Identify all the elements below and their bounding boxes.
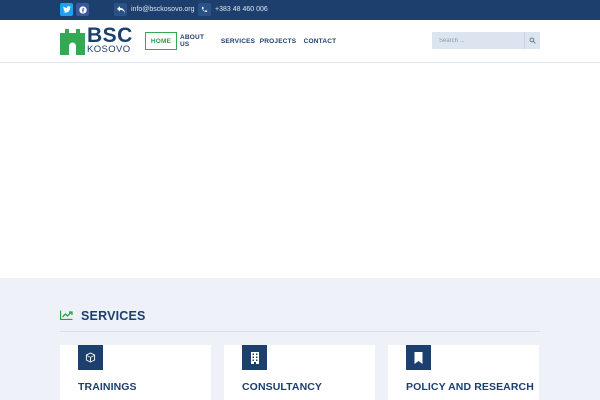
nav-projects[interactable]: PROJECTS (260, 32, 296, 50)
logo-mark-icon (60, 29, 85, 55)
logo-subtitle: KOSOVO (87, 44, 131, 55)
facebook-icon[interactable] (76, 3, 89, 16)
nav-about-us[interactable]: ABOUT US (180, 32, 214, 50)
search-button[interactable] (524, 32, 540, 49)
phone-number: +383 48 460 006 (215, 6, 268, 13)
card-title: CONSULTANCY (242, 381, 323, 393)
service-card-trainings[interactable]: TRAININGS (60, 345, 211, 400)
site-header: BSC KOSOVO HOME ABOUT US SERVICES PROJEC… (0, 20, 600, 63)
cube-icon (78, 345, 103, 370)
search-box (432, 32, 540, 49)
top-bar: info@bsckosovo.org +383 48 460 006 (0, 0, 600, 20)
hero-area (0, 64, 600, 278)
logo-title: BSC (87, 24, 133, 47)
trending-chart-icon (60, 310, 73, 320)
section-title: SERVICES (81, 309, 146, 323)
reply-icon (114, 3, 127, 16)
email-link[interactable]: info@bsckosovo.org (131, 5, 195, 15)
building-icon (242, 345, 267, 370)
nav-services[interactable]: SERVICES (221, 32, 255, 50)
logo[interactable]: BSC KOSOVO (60, 24, 133, 57)
nav-home[interactable]: HOME (145, 32, 177, 50)
card-title: TRAININGS (78, 381, 137, 393)
services-section: SERVICES TRAININGS CONSULTANCY POLICY AN… (0, 278, 600, 400)
card-title: POLICY AND RESEARCH (406, 381, 534, 393)
twitter-icon[interactable] (60, 3, 73, 16)
section-divider (60, 331, 540, 332)
service-card-policy-research[interactable]: POLICY AND RESEARCH (388, 345, 539, 400)
phone-icon (198, 3, 211, 16)
nav-contact[interactable]: CONTACT (303, 32, 337, 50)
service-card-consultancy[interactable]: CONSULTANCY (224, 345, 375, 400)
search-icon (529, 37, 536, 44)
search-input[interactable] (432, 32, 524, 49)
bookmark-icon (406, 345, 431, 370)
